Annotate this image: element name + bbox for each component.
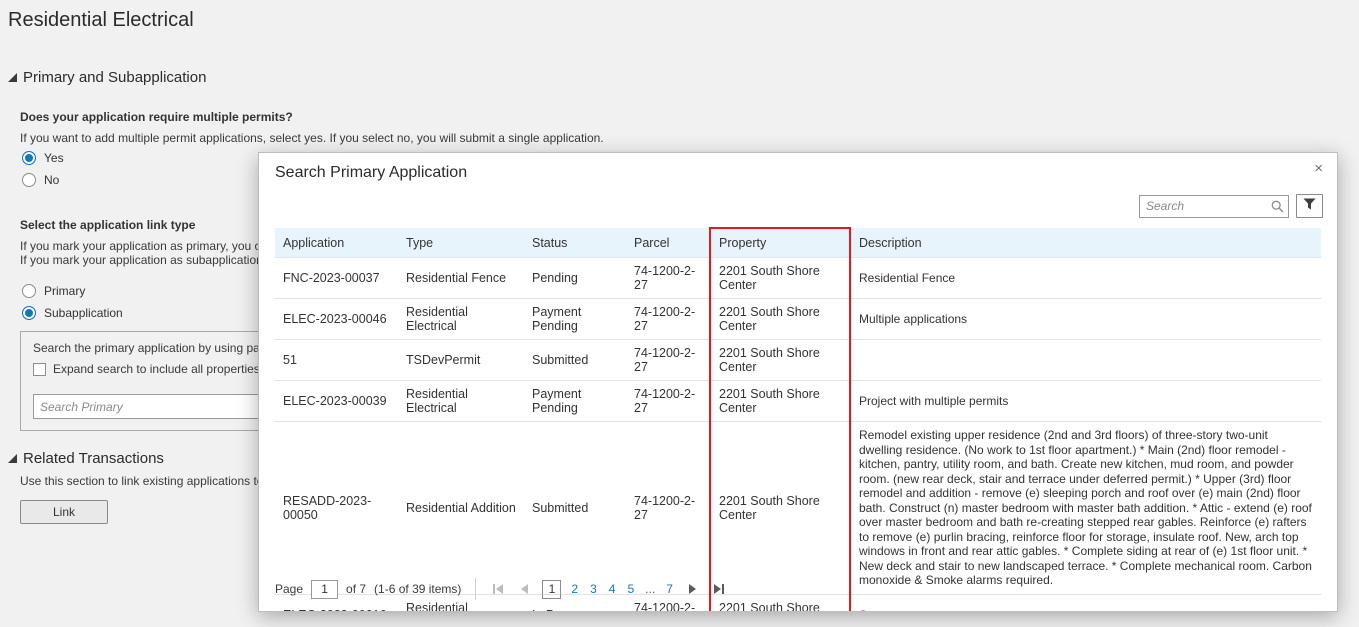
cell-type: TSDevPermit xyxy=(398,340,524,381)
cell-property: 2201 South Shore Center xyxy=(710,381,850,422)
cell-application: 51 xyxy=(275,340,398,381)
radio-subapplication-button[interactable] xyxy=(22,306,36,320)
last-page-icon[interactable] xyxy=(709,580,727,598)
radio-subapplication-label: Subapplication xyxy=(44,306,123,320)
cell-type: Residential Electrical xyxy=(398,381,524,422)
current-page-indicator: 1 xyxy=(542,580,561,599)
radio-yes-label: Yes xyxy=(44,151,64,165)
page-link-5[interactable]: 5 xyxy=(625,582,636,596)
page-label: Page xyxy=(275,582,303,596)
link-type-help-sub: If you mark your application as subappli… xyxy=(20,253,263,267)
section-primary-and-subapplication[interactable]: Primary and Subapplication xyxy=(8,69,206,86)
results-table: Application Type Status Parcel Property … xyxy=(275,227,1321,612)
column-header-description[interactable]: Description xyxy=(850,228,1321,258)
cell-application: RESADD-2023-00050 xyxy=(275,422,398,595)
cell-type: Residential Fence xyxy=(398,258,524,299)
radio-yes-button[interactable] xyxy=(22,151,36,165)
cell-status: Payment Pending xyxy=(524,299,626,340)
section-title: Primary and Subapplication xyxy=(23,69,206,86)
cell-parcel: 74-1200-2-27 xyxy=(626,258,710,299)
search-input[interactable] xyxy=(1139,195,1289,218)
cell-description xyxy=(850,340,1321,381)
cell-description: Remodel existing upper residence (2nd an… xyxy=(850,422,1321,595)
next-page-icon[interactable] xyxy=(683,580,701,598)
table-header-row: Application Type Status Parcel Property … xyxy=(275,228,1321,258)
cell-status: Submitted xyxy=(524,422,626,595)
cell-property: 2201 South Shore Center xyxy=(710,258,850,299)
section-title: Related Transactions xyxy=(23,450,164,467)
previous-page-icon[interactable] xyxy=(516,580,534,598)
cell-parcel: 74-1200-2-27 xyxy=(626,299,710,340)
page-link-7[interactable]: 7 xyxy=(664,582,675,596)
page-title: Residential Electrical xyxy=(8,9,194,32)
column-header-type[interactable]: Type xyxy=(398,228,524,258)
related-transactions-help: Use this section to link existing applic… xyxy=(20,474,263,488)
cell-type: Residential Electrical xyxy=(398,299,524,340)
cell-property: 2201 South Shore Center xyxy=(710,422,850,595)
filter-icon xyxy=(1303,197,1316,215)
cell-property: 2201 South Shore Center xyxy=(710,299,850,340)
column-header-parcel[interactable]: Parcel xyxy=(626,228,710,258)
dialog-toolbar xyxy=(1139,194,1323,218)
radio-primary-label: Primary xyxy=(44,284,85,298)
radio-subapplication[interactable]: Subapplication xyxy=(22,306,123,320)
cell-description: Multiple applications xyxy=(850,299,1321,340)
multiple-permits-help: If you want to add multiple permit appli… xyxy=(20,131,604,145)
items-summary: (1-6 of 39 items) xyxy=(374,582,461,596)
results-table-container: Application Type Status Parcel Property … xyxy=(275,227,1321,612)
section-expander-icon xyxy=(8,454,17,463)
column-header-application[interactable]: Application xyxy=(275,228,398,258)
radio-no-button[interactable] xyxy=(22,173,36,187)
page-link-4[interactable]: 4 xyxy=(607,582,618,596)
page-number-input[interactable] xyxy=(311,580,338,599)
section-expander-icon xyxy=(8,73,17,82)
page-of-label: of 7 xyxy=(346,582,366,596)
section-related-transactions[interactable]: Related Transactions xyxy=(8,450,164,467)
cell-type: Residential Addition xyxy=(398,422,524,595)
pagination-bar: Page of 7 (1-6 of 39 items) 1 2 3 4 5 ..… xyxy=(275,576,1321,602)
expand-search-checkbox[interactable] xyxy=(33,363,46,376)
page-link-3[interactable]: 3 xyxy=(588,582,599,596)
search-primary-application-dialog: Search Primary Application × Application… xyxy=(258,152,1338,612)
cell-application: ELEC-2023-00039 xyxy=(275,381,398,422)
cell-status: Pending xyxy=(524,258,626,299)
cell-description: Project with multiple permits xyxy=(850,381,1321,422)
table-row[interactable]: FNC-2023-00037 Residential Fence Pending… xyxy=(275,258,1321,299)
close-icon[interactable]: × xyxy=(1314,161,1323,176)
page-ellipsis: ... xyxy=(644,582,656,596)
filter-button[interactable] xyxy=(1296,194,1323,218)
search-icon xyxy=(1271,200,1284,218)
radio-no[interactable]: No xyxy=(22,173,59,187)
link-button[interactable]: Link xyxy=(20,500,108,524)
first-page-icon[interactable] xyxy=(490,580,508,598)
radio-no-label: No xyxy=(44,173,59,187)
table-row[interactable]: 51 TSDevPermit Submitted 74-1200-2-27 22… xyxy=(275,340,1321,381)
cell-property: 2201 South Shore Center xyxy=(710,340,850,381)
dialog-title: Search Primary Application xyxy=(275,164,467,182)
link-type-label: Select the application link type xyxy=(20,218,195,232)
link-type-help-primary: If you mark your application as primary,… xyxy=(20,239,267,253)
cell-status: Payment Pending xyxy=(524,381,626,422)
cell-application: ELEC-2023-00046 xyxy=(275,299,398,340)
table-row[interactable]: ELEC-2023-00046 Residential Electrical P… xyxy=(275,299,1321,340)
table-row[interactable]: RESADD-2023-00050 Residential Addition S… xyxy=(275,422,1321,595)
cell-parcel: 74-1200-2-27 xyxy=(626,340,710,381)
cell-status: Submitted xyxy=(524,340,626,381)
radio-primary-button[interactable] xyxy=(22,284,36,298)
table-row[interactable]: ELEC-2023-00039 Residential Electrical P… xyxy=(275,381,1321,422)
cell-parcel: 74-1200-2-27 xyxy=(626,422,710,595)
expand-search-label: Expand search to include all properties xyxy=(53,362,260,376)
radio-yes[interactable]: Yes xyxy=(22,151,64,165)
radio-primary[interactable]: Primary xyxy=(22,284,85,298)
column-header-property[interactable]: Property xyxy=(710,228,850,258)
cell-description: Residential Fence xyxy=(850,258,1321,299)
cell-parcel: 74-1200-2-27 xyxy=(626,381,710,422)
pager-divider xyxy=(475,578,476,600)
column-header-status[interactable]: Status xyxy=(524,228,626,258)
cell-application: FNC-2023-00037 xyxy=(275,258,398,299)
multiple-permits-question: Does your application require multiple p… xyxy=(20,110,293,124)
page-link-2[interactable]: 2 xyxy=(569,582,580,596)
